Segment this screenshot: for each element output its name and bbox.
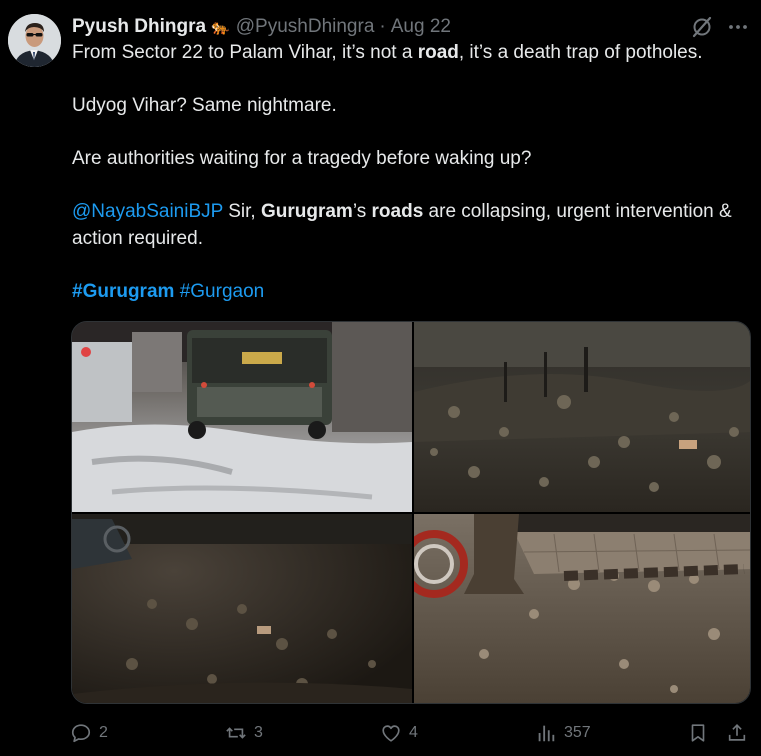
share-icon — [728, 724, 746, 741]
text-segment: ’s — [352, 201, 372, 222]
hashtag-link[interactable]: #Gurugram — [72, 281, 174, 302]
views-button[interactable]: 357 — [535, 718, 591, 748]
text-segment: Sir, — [222, 201, 261, 222]
photo-1[interactable] — [72, 322, 412, 512]
more-icon[interactable] — [725, 14, 751, 40]
tweet-header: Pyush Dhingra 🐅 @PyushDhingra · Aug 22 — [72, 13, 681, 41]
photo-4[interactable] — [414, 514, 750, 703]
grok-icon[interactable] — [689, 14, 715, 40]
mention-link[interactable]: @NayabSainiBJP — [72, 201, 223, 222]
tweet-hashtags: #Gurugram #Gurgaon — [72, 279, 752, 306]
text-segment: From Sector 22 to Palam Vihar, it’s not … — [72, 42, 418, 63]
tweet-line-2: Udyog Vihar? Same nightmare. — [72, 95, 337, 116]
media-grid — [71, 321, 751, 704]
separator-dot: · — [379, 16, 386, 37]
avatar[interactable] — [8, 14, 61, 67]
bold-word: road — [417, 42, 459, 63]
repost-icon — [226, 727, 246, 739]
views-icon — [538, 725, 555, 742]
tweet-text: From Sector 22 to Palam Vihar, it’s not … — [72, 40, 752, 305]
photo-3[interactable] — [72, 514, 412, 703]
reply-icon — [71, 724, 91, 743]
reply-count: 2 — [99, 724, 108, 741]
bookmark-icon — [691, 724, 705, 742]
like-count: 4 — [409, 724, 418, 741]
like-button[interactable]: 4 — [380, 718, 418, 748]
tweet-date[interactable]: Aug 22 — [391, 16, 451, 38]
repost-count: 3 — [254, 724, 263, 741]
bookmark-button[interactable] — [687, 718, 716, 748]
text-segment: , it’s a death trap of potholes. — [458, 42, 703, 63]
views-count: 357 — [564, 724, 591, 741]
bold-word: roads — [371, 201, 424, 222]
reply-button[interactable]: 2 — [70, 718, 108, 748]
tweet-line-4: @NayabSainiBJP Sir, Gurugram’s roads are… — [72, 199, 752, 252]
tweet-line-3: Are authorities waiting for a tragedy be… — [72, 148, 532, 169]
share-button[interactable] — [726, 718, 755, 748]
tweet-line-1: From Sector 22 to Palam Vihar, it’s not … — [72, 40, 752, 67]
photo-2[interactable] — [414, 322, 750, 512]
author-badge-emoji: 🐅 — [211, 19, 230, 36]
action-bar: 2 3 4 357 — [70, 718, 760, 748]
author-handle[interactable]: @PyushDhingra — [236, 16, 375, 38]
author-name[interactable]: Pyush Dhingra — [72, 16, 206, 38]
hashtag-link[interactable]: #Gurgaon — [180, 281, 265, 302]
repost-button[interactable]: 3 — [225, 718, 263, 748]
bold-word: Gurugram — [260, 201, 353, 222]
like-icon — [382, 725, 400, 742]
